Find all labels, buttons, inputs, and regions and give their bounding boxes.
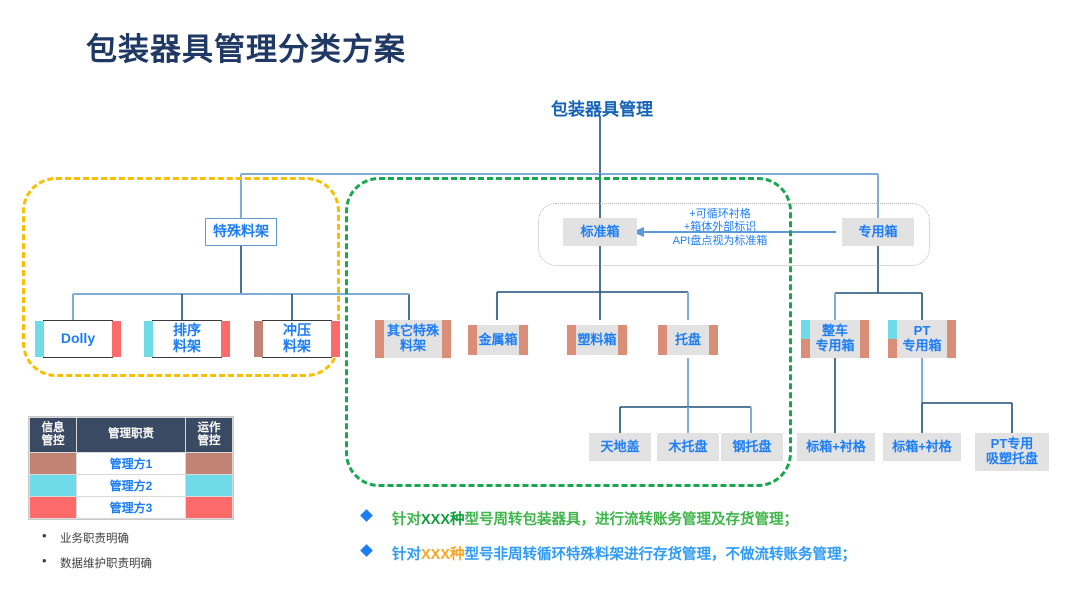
node-other-special-rack[interactable]: 其它特殊 料架: [375, 320, 451, 358]
pt-box-info-color-bar: [888, 320, 897, 358]
other-special-rack-info-color-bar: [375, 320, 384, 358]
node-vehicle-dedicated-box[interactable]: 整车 专用箱: [801, 320, 869, 358]
node-steel-pallet-label: 钢托盘: [732, 438, 772, 454]
node-std-box-liner-1[interactable]: 标箱+衬格: [797, 433, 875, 461]
bullet-item-2: 数据维护职责明确: [34, 553, 152, 571]
dolly-info-color-bar: [35, 321, 44, 357]
legend-row-1: 管理方1: [29, 452, 233, 475]
node-pt-dedicated-box-label: PT 专用箱: [902, 323, 942, 353]
legend-label-1: 管理方1: [76, 452, 186, 475]
metal-box-ops-color-bar: [519, 325, 528, 355]
node-pallet[interactable]: 托盘: [658, 325, 718, 355]
equivalence-annotation-line2: +箱体外部标识: [683, 221, 757, 234]
footnote-1-pre: 针对: [392, 512, 421, 528]
node-pt-dedicated-box[interactable]: PT 专用箱: [888, 320, 956, 358]
equivalence-annotation: +可循环衬格 +箱体外部标识 API盘点视为标准箱: [620, 208, 820, 248]
legend-header-info-control: 信息 管控: [29, 417, 77, 453]
legend-swatch-ops-2: [185, 474, 233, 497]
node-dolly-label: Dolly: [60, 330, 96, 347]
stamp-rack-info-color-bar: [254, 321, 263, 357]
node-other-special-rack-label: 其它特殊 料架: [386, 323, 439, 353]
node-std-box-liner-2-label: 标箱+衬格: [892, 438, 952, 454]
node-special-rack-label: 特殊料架: [213, 223, 269, 240]
footnote-1: 针对XXX种型号周转包装器具，进行流转账务管理及存货管理；: [360, 508, 856, 529]
node-special-rack[interactable]: 特殊料架: [205, 218, 277, 246]
node-pt-blister-tray-label: PT专用 吸塑托盘: [985, 436, 1038, 466]
node-stamp-rack[interactable]: 冲压 料架: [254, 320, 340, 358]
pt-box-ops-color-bar: [947, 320, 956, 358]
page-title: 包装器具管理分类方案: [86, 32, 406, 67]
legend-swatch-info-1: [29, 452, 77, 475]
node-metal-box[interactable]: 金属箱: [468, 325, 528, 355]
bullet-item-1: 业务职责明确: [34, 528, 152, 546]
legend-swatch-info-2: [29, 474, 77, 497]
node-pallet-label: 托盘: [674, 331, 701, 347]
node-vehicle-dedicated-box-label: 整车 专用箱: [815, 323, 855, 353]
dolly-ops-color-bar: [112, 321, 121, 357]
legend-label-2: 管理方2: [76, 474, 186, 497]
node-wood-pallet-label: 木托盘: [668, 438, 708, 454]
legend-swatch-ops-3: [185, 496, 233, 519]
node-sort-rack-label: 排序 料架: [173, 322, 201, 354]
footnote-1-highlight: XXX种: [421, 512, 465, 528]
metal-box-info-color-bar: [468, 325, 477, 355]
node-plastic-box-label: 塑料箱: [577, 331, 617, 347]
plastic-box-ops-color-bar: [618, 325, 627, 355]
diamond-bullet-icon: [360, 509, 373, 522]
footnote-2: 针对XXX种型号非周转循环特殊料架进行存货管理，不做流转账务管理；: [360, 543, 857, 564]
footnote-2-highlight: XXX种: [421, 547, 465, 563]
legend-swatch-info-3: [29, 496, 77, 519]
legend-row-2: 管理方2: [29, 474, 233, 497]
node-steel-pallet[interactable]: 钢托盘: [721, 433, 783, 461]
legend-table: 信息 管控 管理职责 运作 管控 管理方1 管理方2 管理方3: [29, 417, 233, 519]
footnote-2-post: 型号非周转循环特殊料架进行存货管理，不做流转账务管理；: [464, 547, 857, 563]
root-node-label: 包装器具管理: [551, 100, 653, 119]
sort-rack-info-color-bar: [144, 321, 153, 357]
footnote-1-post: 型号周转包装器具，进行流转账务管理及存货管理；: [464, 512, 799, 528]
node-standard-box-label: 标准箱: [580, 223, 620, 239]
vehicle-box-info-color-bar: [801, 320, 810, 358]
node-tiandi-cover[interactable]: 天地盖: [589, 433, 651, 461]
node-tiandi-cover-label: 天地盖: [600, 438, 640, 454]
legend-swatch-ops-1: [185, 452, 233, 475]
vehicle-box-ops-color-bar: [860, 320, 869, 358]
node-std-box-liner-1-label: 标箱+衬格: [806, 438, 866, 454]
stamp-rack-ops-color-bar: [331, 321, 340, 357]
node-metal-box-label: 金属箱: [478, 331, 518, 347]
pallet-info-color-bar: [658, 325, 667, 355]
diamond-bullet-icon: [360, 544, 373, 557]
node-sort-rack[interactable]: 排序 料架: [144, 320, 230, 358]
other-special-rack-ops-color-bar: [442, 320, 451, 358]
legend-label-3: 管理方3: [76, 496, 186, 519]
node-wood-pallet[interactable]: 木托盘: [657, 433, 719, 461]
node-std-box-liner-2[interactable]: 标箱+衬格: [883, 433, 961, 461]
legend-row-3: 管理方3: [29, 496, 233, 519]
plastic-box-info-color-bar: [567, 325, 576, 355]
legend-header-row: 信息 管控 管理职责 运作 管控: [29, 417, 233, 453]
equivalence-annotation-line1: +可循环衬格: [689, 208, 751, 220]
equivalence-annotation-line3: API盘点视为标准箱: [672, 234, 768, 247]
node-plastic-box[interactable]: 塑料箱: [567, 325, 627, 355]
node-pt-blister-tray[interactable]: PT专用 吸塑托盘: [975, 433, 1049, 471]
node-dolly[interactable]: Dolly: [35, 320, 121, 358]
footnote-list: 针对XXX种型号周转包装器具，进行流转账务管理及存货管理； 针对XXX种型号非周…: [360, 508, 857, 578]
legend-header-management-duty: 管理职责: [76, 417, 186, 453]
footnote-2-pre: 针对: [392, 547, 421, 563]
node-dedicated-box[interactable]: 专用箱: [842, 218, 914, 246]
node-stamp-rack-label: 冲压 料架: [283, 322, 311, 354]
legend-header-ops-control: 运作 管控: [185, 417, 233, 453]
node-dedicated-box-label: 专用箱: [858, 223, 898, 239]
pallet-ops-color-bar: [709, 325, 718, 355]
sort-rack-ops-color-bar: [221, 321, 230, 357]
bullet-list: 业务职责明确 数据维护职责明确: [34, 528, 152, 580]
